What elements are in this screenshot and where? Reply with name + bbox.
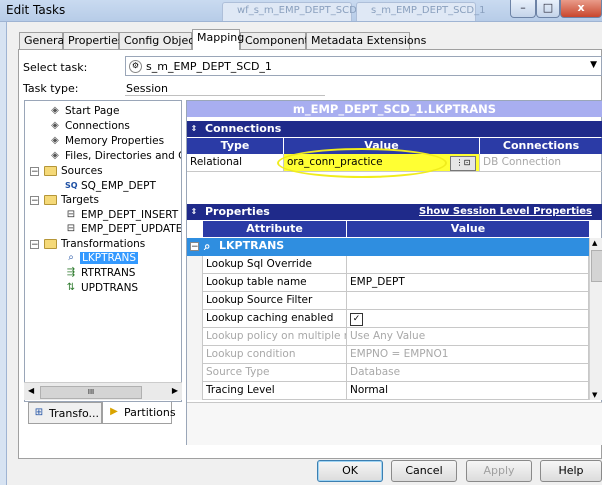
connection-picker-icon[interactable]: ⋮⊡ <box>450 156 476 171</box>
scroll-down-icon[interactable]: ▼ <box>592 391 597 399</box>
value-lookup-source-filter[interactable] <box>347 292 589 310</box>
section-toggle-icon[interactable]: ⇕ <box>189 207 199 217</box>
task-type-value: Session <box>126 82 168 95</box>
session-icon: ⚙ <box>129 60 142 73</box>
update-strategy-icon: ⇅ <box>66 282 76 293</box>
value-source-type: Database <box>347 364 589 382</box>
background-tab-workflow: wf_s_m_EMP_DEPT_SCD_1 <box>222 2 368 21</box>
partitions-icon: ▶ <box>110 406 118 417</box>
task-tree: ◈ Start Page ◈ Connections ◈ Memory Prop… <box>24 100 182 402</box>
tab-components[interactable]: Components <box>240 32 315 49</box>
tab-partitions[interactable]: ▶ Partitions <box>102 402 176 424</box>
scroll-left-icon[interactable]: ◀ <box>28 386 34 395</box>
attr-lookup-caching-enabled: Lookup caching enabled <box>203 310 347 328</box>
collapse-icon[interactable]: − <box>30 240 39 250</box>
scroll-right-icon[interactable]: ▶ <box>172 386 178 395</box>
value-lookup-table-name[interactable]: EMP_DEPT <box>347 274 589 292</box>
transformations-icon: ⊞ <box>34 407 44 418</box>
title-bar: Edit Tasks wf_s_m_EMP_DEPT_SCD_1 s_m_EMP… <box>0 0 602 22</box>
diamond-icon: ◈ <box>51 120 59 131</box>
collapse-icon[interactable]: − <box>30 196 39 206</box>
router-icon: ⇶ <box>66 267 76 278</box>
scroll-thumb[interactable] <box>591 250 602 282</box>
column-connections: Connections <box>480 138 602 154</box>
group-label: LKPTRANS <box>219 239 285 252</box>
highlight-annotation <box>277 148 447 178</box>
tab-mapping[interactable]: Mapping <box>192 29 244 50</box>
caching-checkbox[interactable]: ✓ <box>350 313 363 326</box>
scroll-thumb[interactable]: III <box>40 386 142 399</box>
tree-horizontal-scrollbar[interactable]: ◀ III ▶ <box>24 382 182 400</box>
value-tracing-level[interactable]: Normal <box>347 382 589 400</box>
apply-button[interactable]: Apply <box>466 460 532 482</box>
close-button[interactable]: x <box>560 0 602 18</box>
tab-config-object[interactable]: Config Object <box>119 32 199 49</box>
properties-vertical-scrollbar[interactable]: ▲ ▼ <box>589 238 602 400</box>
maximize-icon: □ <box>542 1 554 14</box>
connections-section-header[interactable]: ⇕ Connections <box>187 121 602 137</box>
column-type: Type <box>187 138 284 154</box>
lookup-icon: ⌕ <box>68 252 74 263</box>
tab-metadata-extensions[interactable]: Metadata Extensions <box>306 32 426 49</box>
value-lookup-condition: EMPNO = EMPNO1 <box>347 346 589 364</box>
select-task-value: s_m_EMP_DEPT_SCD_1 <box>146 60 272 73</box>
select-task-dropdown[interactable]: ⚙ s_m_EMP_DEPT_SCD_1 ▼ <box>125 56 602 76</box>
task-type-underline <box>125 95 325 96</box>
attr-lookup-policy: Lookup policy on multiple mat... <box>203 328 347 346</box>
select-task-label: Select task: <box>23 61 88 74</box>
ok-button[interactable]: OK <box>317 460 383 482</box>
value-lookup-sql-override[interactable] <box>347 256 589 274</box>
row-gutter <box>187 256 203 400</box>
attr-tracing-level: Tracing Level <box>203 382 347 400</box>
diamond-icon: ◈ <box>51 150 59 161</box>
show-session-level-properties-link[interactable]: Show Session Level Properties <box>419 204 592 220</box>
properties-section-header[interactable]: ⇕ Properties Show Session Level Properti… <box>187 204 602 220</box>
folder-icon <box>44 166 57 176</box>
description-area <box>187 402 602 445</box>
collapse-icon[interactable]: − <box>190 242 199 252</box>
diamond-icon: ◈ <box>51 135 59 146</box>
diamond-icon: ◈ <box>51 105 59 116</box>
attr-lookup-condition: Lookup condition <box>203 346 347 364</box>
section-toggle-icon[interactable]: ⇕ <box>189 124 199 134</box>
lookup-icon: ⌕ <box>204 239 211 253</box>
column-value: Value <box>347 221 589 237</box>
tab-transformations[interactable]: ⊞ Transfo... <box>28 402 102 424</box>
attr-lookup-sql-override: Lookup Sql Override <box>203 256 347 274</box>
chevron-down-icon: ▼ <box>590 60 597 70</box>
folder-icon <box>44 239 57 249</box>
minimize-button[interactable]: – <box>510 0 536 18</box>
task-type-label: Task type: <box>23 82 79 95</box>
connection-name-cell: DB Connection <box>480 154 602 172</box>
collapse-icon[interactable]: − <box>30 167 39 177</box>
target-icon: ⊟ <box>66 223 76 234</box>
maximize-button[interactable]: □ <box>536 0 560 18</box>
folder-icon <box>44 195 57 205</box>
target-icon: ⊟ <box>66 209 76 220</box>
tab-properties[interactable]: Properties <box>63 32 124 49</box>
connection-type-cell: Relational <box>187 154 284 172</box>
column-attribute: Attribute <box>203 221 347 237</box>
attr-lookup-table-name: Lookup table name <box>203 274 347 292</box>
close-icon: x <box>577 1 585 14</box>
tab-general[interactable]: General <box>19 32 67 49</box>
attr-lookup-source-filter: Lookup Source Filter <box>203 292 347 310</box>
cancel-button[interactable]: Cancel <box>391 460 457 482</box>
background-tab-session: s_m_EMP_DEPT_SCD_1 <box>356 2 485 21</box>
attr-source-type: Source Type <box>203 364 347 382</box>
value-lookup-policy: Use Any Value <box>347 328 589 346</box>
window-title: Edit Tasks <box>6 3 66 17</box>
properties-group-row[interactable]: − ⌕ LKPTRANS <box>187 238 589 256</box>
scroll-up-icon[interactable]: ▲ <box>592 239 597 247</box>
mapping-header: m_EMP_DEPT_SCD_1.LKPTRANS <box>187 101 602 117</box>
help-button[interactable]: Help <box>540 460 602 482</box>
value-lookup-caching-enabled: ✓ <box>347 310 589 328</box>
source-qualifier-icon: SQ <box>65 181 78 190</box>
minimize-icon: – <box>520 1 526 14</box>
